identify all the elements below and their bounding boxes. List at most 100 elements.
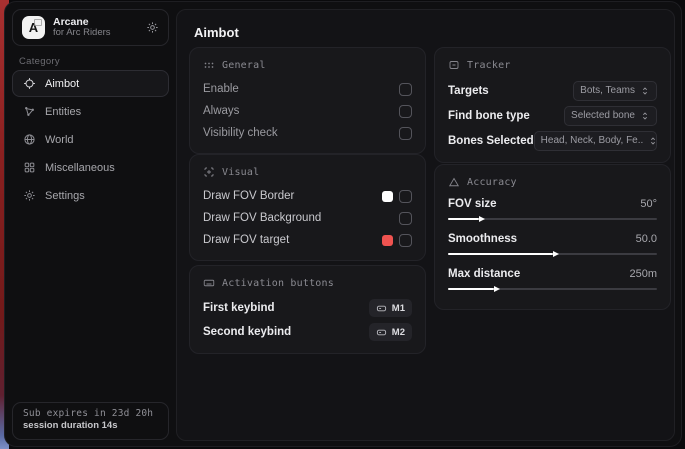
- color-swatch[interactable]: [382, 235, 393, 246]
- tracker-card-header: Tracker: [448, 59, 657, 71]
- slider-label: Max distance: [448, 268, 520, 280]
- dropdown-value: Bots, Teams: [580, 85, 635, 96]
- slider-fill[interactable]: [448, 218, 479, 220]
- card-header-label: General: [222, 60, 266, 71]
- setting-label: Targets: [448, 85, 489, 97]
- accuracy-card-header: Accuracy: [448, 176, 657, 188]
- slider-label: FOV size: [448, 198, 497, 210]
- find-bone-type-dropdown[interactable]: Selected bone: [564, 106, 657, 126]
- unfold-icon: [640, 111, 650, 121]
- setting-label: Second keybind: [203, 326, 291, 338]
- gear-icon[interactable]: [146, 21, 159, 34]
- fov-size-slider[interactable]: [448, 218, 657, 220]
- slider-label: Smoothness: [448, 233, 517, 245]
- sidebar-item-label: Entities: [45, 106, 81, 118]
- sub-expires-text: Sub expires in 23d 20h: [23, 408, 158, 419]
- sidebar-nav: Aimbot Entities: [12, 70, 169, 210]
- first-keybind-button[interactable]: M1: [369, 299, 412, 317]
- slider-fill[interactable]: [448, 288, 494, 290]
- app-logo: A: [22, 16, 45, 39]
- max-distance-slider[interactable]: [448, 288, 657, 290]
- keybind-value: M2: [392, 327, 405, 338]
- brand-text: Arcane for Arc Riders: [53, 16, 138, 39]
- visibility-check-checkbox[interactable]: [399, 127, 412, 140]
- setting-row-second-keybind: Second keybind M2: [203, 320, 412, 344]
- sidebar-item-aimbot[interactable]: Aimbot: [12, 70, 169, 97]
- keyboard-icon: [203, 277, 215, 289]
- subscription-card: Sub expires in 23d 20h session duration …: [12, 402, 169, 440]
- slider-fill[interactable]: [448, 253, 553, 255]
- card-header-label: Accuracy: [467, 177, 517, 188]
- scan-box-icon: [448, 59, 460, 71]
- bones-selected-dropdown[interactable]: Head, Neck, Body, Fe..: [534, 131, 657, 151]
- card-header-label: Tracker: [467, 60, 511, 71]
- always-checkbox[interactable]: [399, 105, 412, 118]
- targets-dropdown[interactable]: Bots, Teams: [573, 81, 657, 101]
- gear-icon: [23, 189, 36, 202]
- setting-label: Draw FOV target: [203, 234, 289, 246]
- color-swatch[interactable]: [382, 191, 393, 202]
- sidebar-item-miscellaneous[interactable]: Miscellaneous: [12, 154, 169, 181]
- accuracy-card: Accuracy FOV size 50° Smoothness 50.0: [434, 164, 671, 310]
- mouse-icon: [376, 327, 387, 338]
- app-subtitle: for Arc Riders: [53, 28, 138, 39]
- grip-dots-icon: [203, 59, 215, 71]
- slider-value: 50.0: [636, 233, 657, 245]
- fov-background-checkbox[interactable]: [399, 212, 412, 225]
- activation-card-header: Activation buttons: [203, 277, 412, 289]
- setting-row-find-bone-type: Find bone type Selected bone: [448, 103, 657, 128]
- setting-label: Draw FOV Background: [203, 212, 321, 224]
- mouse-icon: [376, 303, 387, 314]
- crosshair-icon: [23, 77, 36, 90]
- setting-row-first-keybind: First keybind M1: [203, 296, 412, 320]
- slider-smoothness: Smoothness 50.0: [448, 230, 657, 255]
- setting-row-fov-background: Draw FOV Background: [203, 207, 412, 229]
- fov-target-checkbox[interactable]: [399, 234, 412, 247]
- general-card: General Enable Always Visibility check: [189, 47, 426, 154]
- app-window: A Arcane for Arc Riders Category: [4, 1, 682, 447]
- sidebar-item-entities[interactable]: Entities: [12, 98, 169, 125]
- slider-value: 50°: [640, 198, 657, 210]
- sidebar-item-world[interactable]: World: [12, 126, 169, 153]
- sidebar-item-label: Settings: [45, 190, 85, 202]
- grid-icon: [23, 161, 36, 174]
- category-label: Category: [19, 56, 60, 67]
- activation-card: Activation buttons First keybind M1 Seco…: [189, 265, 426, 354]
- unfold-icon: [648, 136, 657, 146]
- dropdown-value: Selected bone: [571, 110, 635, 121]
- sidebar-item-label: World: [45, 134, 74, 146]
- tracker-card: Tracker Targets Bots, Teams Find bone ty…: [434, 47, 671, 163]
- setting-row-bones-selected: Bones Selected Head, Neck, Body, Fe..: [448, 128, 657, 153]
- globe-icon: [23, 133, 36, 146]
- sidebar: A Arcane for Arc Riders Category: [5, 2, 176, 446]
- sidebar-item-label: Miscellaneous: [45, 162, 115, 174]
- enable-checkbox[interactable]: [399, 83, 412, 96]
- entities-icon: [23, 105, 36, 118]
- smoothness-slider[interactable]: [448, 253, 657, 255]
- sidebar-item-settings[interactable]: Settings: [12, 182, 169, 209]
- brand-card: A Arcane for Arc Riders: [12, 9, 169, 46]
- setting-label: Always: [203, 105, 239, 117]
- card-header-label: Activation buttons: [222, 278, 334, 289]
- card-header-label: Visual: [222, 167, 259, 178]
- session-duration-text: session duration 14s: [23, 420, 158, 431]
- setting-label: Visibility check: [203, 127, 278, 139]
- general-card-header: General: [203, 59, 412, 71]
- setting-row-fov-border: Draw FOV Border: [203, 185, 412, 207]
- setting-row-enable: Enable: [203, 78, 412, 100]
- fov-border-checkbox[interactable]: [399, 190, 412, 203]
- keybind-value: M1: [392, 303, 405, 314]
- setting-label: Find bone type: [448, 110, 530, 122]
- slider-fov-size: FOV size 50°: [448, 195, 657, 220]
- triangle-icon: [448, 176, 460, 188]
- visual-card: Visual Draw FOV Border Draw FOV Backgrou…: [189, 154, 426, 261]
- second-keybind-button[interactable]: M2: [369, 323, 412, 341]
- setting-row-visibility-check: Visibility check: [203, 122, 412, 144]
- setting-row-always: Always: [203, 100, 412, 122]
- slider-max-distance: Max distance 250m: [448, 265, 657, 290]
- unfold-icon: [640, 86, 650, 96]
- setting-row-fov-target: Draw FOV target: [203, 229, 412, 251]
- sidebar-item-label: Aimbot: [45, 78, 79, 90]
- visual-card-header: Visual: [203, 166, 412, 178]
- setting-row-targets: Targets Bots, Teams: [448, 78, 657, 103]
